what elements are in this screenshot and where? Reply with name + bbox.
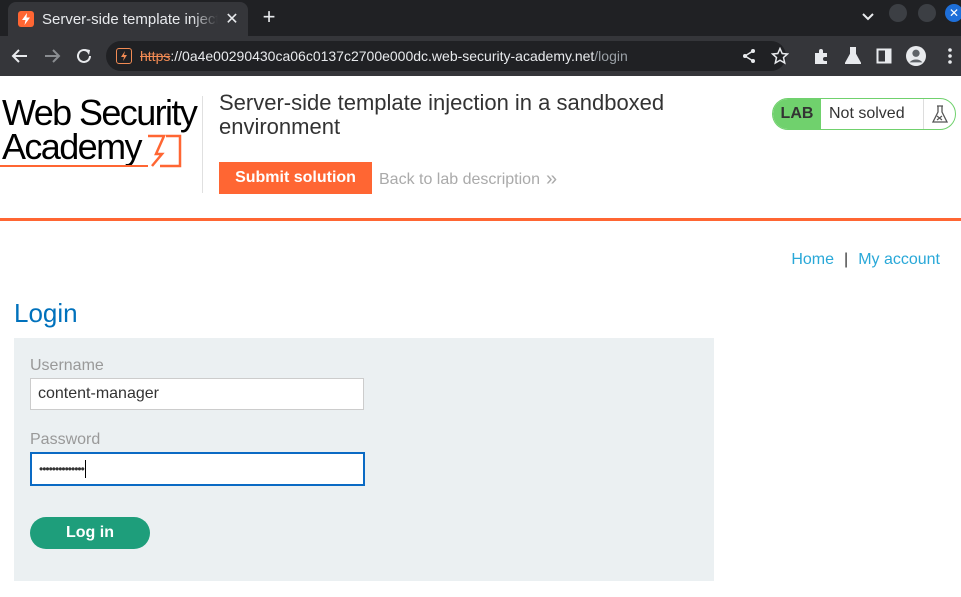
lab-badge: LAB [773,99,821,129]
password-input[interactable]: •••••••••••••• [30,452,365,486]
bookmark-star-icon[interactable] [770,46,790,66]
home-link[interactable]: Home [791,251,834,269]
page-content: Web Security Academy Server-side templat… [0,76,961,597]
labs-flask-icon[interactable] [843,46,863,66]
side-panel-icon[interactable] [874,46,894,66]
favicon-icon [18,11,34,27]
minimize-button[interactable] [889,4,907,22]
submit-solution-button[interactable]: Submit solution [219,162,372,194]
forward-arrow-icon[interactable] [42,46,62,66]
my-account-link[interactable]: My account [858,251,940,269]
text-caret [84,460,86,478]
login-form: Username content-manager Password ••••••… [14,338,714,581]
back-to-lab-description-link[interactable]: Back to lab description » [379,168,557,191]
logo-line-1: Web Security [2,92,198,133]
logo-underline [0,165,148,167]
extensions-icon[interactable] [811,46,831,66]
lab-header: Web Security Academy Server-side templat… [0,76,961,221]
back-link-label: Back to lab description [379,170,540,188]
top-nav: Home | My account [791,251,940,269]
login-button[interactable]: Log in [30,517,150,549]
url-text: https://0a4e00290430ca06c0137c2700e000dc… [140,48,628,64]
header-divider [202,96,203,193]
tab-search-icon[interactable] [860,8,876,24]
reload-icon[interactable] [74,46,94,66]
password-label: Password [30,431,101,448]
browser-tab[interactable]: Server-side template injection in a sand… [8,2,248,36]
close-tab-icon[interactable]: ✕ [224,9,240,29]
flask-icon [923,99,955,129]
address-bar: https://0a4e00290430ca06c0137c2700e000dc… [0,36,961,76]
lab-status-widget: LAB Not solved [772,98,956,130]
new-tab-button[interactable]: + [258,6,280,28]
nav-separator: | [844,251,849,268]
username-input[interactable]: content-manager [30,378,364,410]
username-label: Username [30,357,104,374]
share-icon[interactable] [739,46,759,66]
double-chevron-icon: » [545,168,558,190]
not-secure-icon[interactable] [116,48,132,64]
maximize-button[interactable] [918,4,936,22]
academy-logo[interactable]: Web Security Academy [0,92,202,168]
more-menu-icon[interactable] [940,46,960,66]
tab-title: Server-side template injection in a sand… [42,10,218,28]
page-title: Login [14,298,78,328]
window-close-button[interactable]: ✕ [945,4,961,22]
lab-status-text: Not solved [829,105,905,122]
tab-bar: Server-side template injection in a sand… [0,0,961,36]
back-arrow-icon[interactable] [10,46,30,66]
profile-avatar-icon[interactable] [906,46,926,66]
password-value: •••••••••••••• [39,462,85,476]
url-field[interactable]: https://0a4e00290430ca06c0137c2700e000dc… [106,41,786,71]
lab-title: Server-side template injection in a sand… [219,90,665,139]
